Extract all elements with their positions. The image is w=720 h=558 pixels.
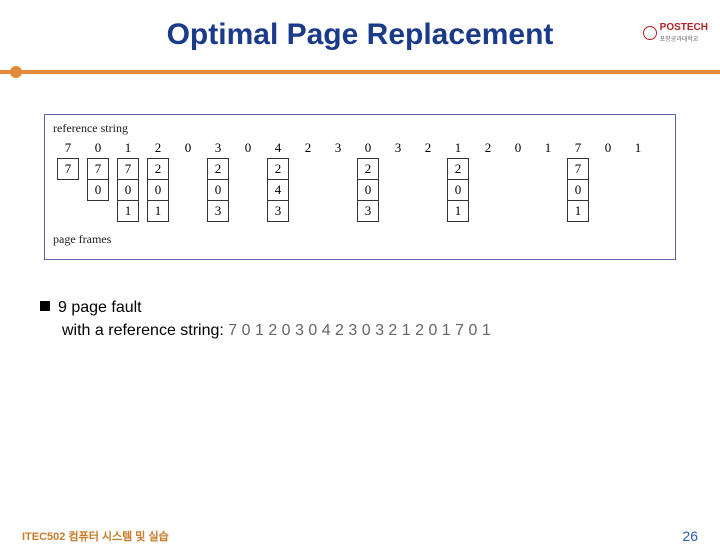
ref-value: 3 bbox=[383, 140, 413, 156]
course-code: ITEC502 컴퓨터 시스템 및 실습 bbox=[22, 528, 169, 544]
page-title: Optimal Page Replacement bbox=[0, 18, 720, 52]
frame-cell: 3 bbox=[357, 200, 379, 222]
frame-cell: 2 bbox=[147, 158, 169, 180]
frame-cell: 0 bbox=[117, 179, 139, 201]
logo-seal-icon bbox=[643, 26, 657, 40]
ref-value: 2 bbox=[473, 140, 503, 156]
ref-value: 0 bbox=[83, 140, 113, 156]
ref-value: 2 bbox=[143, 140, 173, 156]
bullet-item: 9 page fault with a reference string: 7 … bbox=[40, 296, 680, 342]
frame-cell: 7 bbox=[87, 158, 109, 180]
ref-value: 7 bbox=[53, 140, 83, 156]
bullet-square-icon bbox=[40, 301, 50, 311]
ref-value: 0 bbox=[593, 140, 623, 156]
frame-cell: 0 bbox=[207, 179, 229, 201]
frame-cell: 0 bbox=[567, 179, 589, 201]
frame-cell: 3 bbox=[267, 200, 289, 222]
ref-value: 2 bbox=[293, 140, 323, 156]
reference-string-row: 70120304230321201701 bbox=[49, 140, 671, 156]
reference-string-label: reference string bbox=[53, 121, 671, 136]
frame-cell: 2 bbox=[357, 158, 379, 180]
frame-cell: 0 bbox=[357, 179, 379, 201]
ref-value: 1 bbox=[533, 140, 563, 156]
logo-text: POSTECH bbox=[660, 22, 708, 33]
ref-value: 3 bbox=[203, 140, 233, 156]
page-frames-label: page frames bbox=[53, 232, 671, 247]
frame-cell: 0 bbox=[447, 179, 469, 201]
ref-value: 0 bbox=[233, 140, 263, 156]
ref-string-values: 7 0 1 2 0 3 0 4 2 3 0 3 2 1 2 0 1 7 0 1 bbox=[228, 322, 490, 339]
frame-cell: 1 bbox=[447, 200, 469, 222]
frame-cell: 7 bbox=[117, 158, 139, 180]
ref-value: 3 bbox=[323, 140, 353, 156]
frame-column: 701 bbox=[563, 158, 593, 222]
frame-column: 203 bbox=[203, 158, 233, 222]
frame-cell: 4 bbox=[267, 179, 289, 201]
frame-cell: 0 bbox=[147, 179, 169, 201]
frame-column: 243 bbox=[263, 158, 293, 222]
frame-cell: 0 bbox=[87, 179, 109, 201]
brand-logo: POSTECH 포항공과대학교 bbox=[643, 22, 708, 44]
ref-value: 1 bbox=[113, 140, 143, 156]
logo-subtext: 포항공과대학교 bbox=[660, 37, 699, 43]
fault-count-text: 9 page fault bbox=[58, 299, 142, 316]
frame-cell: 2 bbox=[267, 158, 289, 180]
ref-value: 4 bbox=[263, 140, 293, 156]
ref-value: 1 bbox=[443, 140, 473, 156]
title-divider bbox=[0, 70, 720, 74]
slide-footer: ITEC502 컴퓨터 시스템 및 실습 26 bbox=[22, 528, 698, 544]
ref-value: 0 bbox=[173, 140, 203, 156]
ref-value: 0 bbox=[503, 140, 533, 156]
ref-value: 0 bbox=[353, 140, 383, 156]
frame-cell: 1 bbox=[147, 200, 169, 222]
ref-string-prefix: with a reference string: bbox=[62, 322, 228, 339]
frame-cell: 7 bbox=[567, 158, 589, 180]
frame-cell: 7 bbox=[57, 158, 79, 180]
frame-column: 7 bbox=[53, 158, 83, 180]
ref-value: 7 bbox=[563, 140, 593, 156]
frame-cell: 1 bbox=[567, 200, 589, 222]
frame-cell: 1 bbox=[117, 200, 139, 222]
page-frames-row: 770701201203243203201701 bbox=[49, 158, 671, 222]
page-replacement-diagram: reference string 70120304230321201701 77… bbox=[44, 114, 676, 260]
frame-cell: 2 bbox=[447, 158, 469, 180]
frame-column: 201 bbox=[143, 158, 173, 222]
frame-column: 201 bbox=[443, 158, 473, 222]
ref-value: 1 bbox=[623, 140, 653, 156]
frame-column: 70 bbox=[83, 158, 113, 201]
frame-column: 701 bbox=[113, 158, 143, 222]
frame-column: 203 bbox=[353, 158, 383, 222]
ref-value: 2 bbox=[413, 140, 443, 156]
frame-cell: 3 bbox=[207, 200, 229, 222]
page-number: 26 bbox=[682, 528, 698, 544]
frame-cell: 2 bbox=[207, 158, 229, 180]
